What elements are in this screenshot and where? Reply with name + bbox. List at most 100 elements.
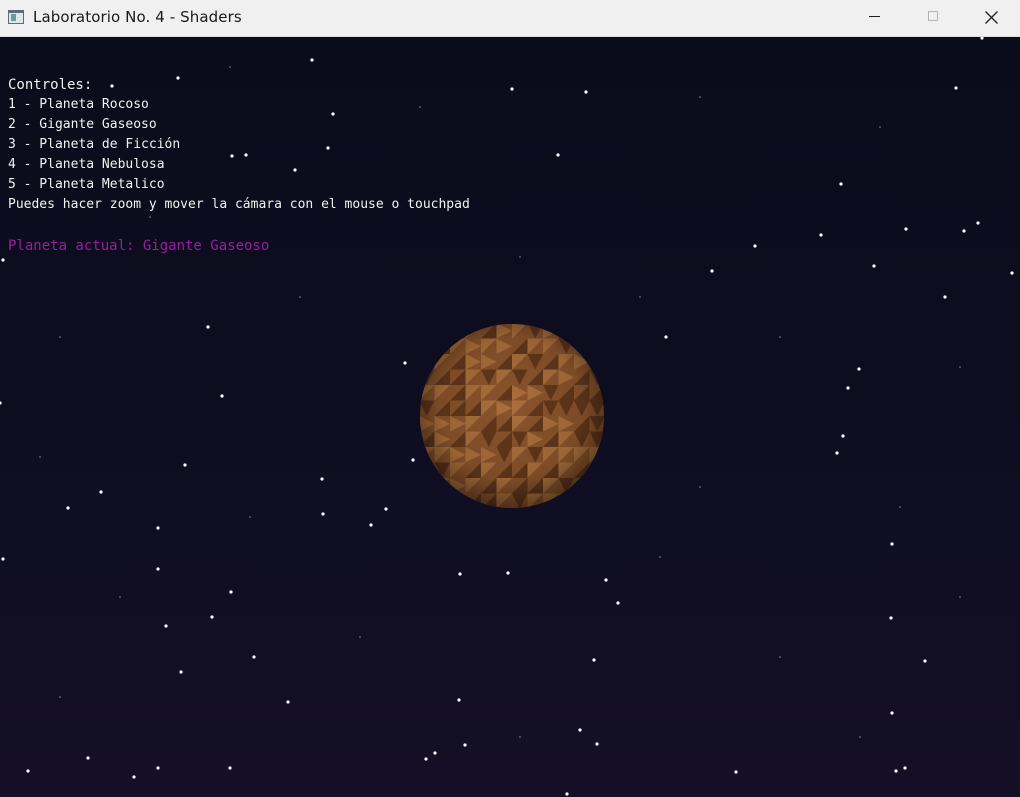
planet[interactable] [419,323,605,509]
camera-hint: Puedes hacer zoom y mover la cámara con … [8,197,470,212]
planet-facet [420,493,435,508]
control-item-3: 3 - Planeta de Ficción [8,137,181,152]
star [976,221,980,225]
star [286,700,290,704]
star [384,507,388,511]
star [320,477,324,481]
star [604,578,608,582]
star [156,766,160,770]
planet-facet [450,493,466,508]
faint-star [699,486,701,488]
star [664,335,668,339]
window-title: Laboratorio No. 4 - Shaders [33,8,242,26]
star [595,742,599,746]
planet-facet [434,324,450,339]
star [980,37,984,40]
star [943,295,947,299]
minimize-button[interactable] [852,0,898,36]
star [565,792,569,796]
faint-star [249,516,251,518]
controls-heading: Controles: [8,77,93,93]
star [962,229,966,233]
star [578,728,582,732]
application-window: Laboratorio No. 4 - Shaders Controles: 1… [0,0,1020,797]
star [894,769,898,773]
control-item-5: 5 - Planeta Metalico [8,177,165,192]
faint-star [519,256,521,258]
star [592,658,596,662]
star [132,775,136,779]
star [903,766,907,770]
control-item-2: 2 - Gigante Gaseoso [8,117,157,132]
title-bar[interactable]: Laboratorio No. 4 - Shaders [0,0,1020,37]
star [510,87,514,91]
controls-overlay: Controles: 1 - Planeta Rocoso 2 - Gigant… [8,75,470,256]
faint-star [119,596,121,598]
faint-star [229,66,231,68]
current-planet-label: Planeta actual: Gigante Gaseoso [8,238,270,254]
faint-star [779,656,781,658]
planet-facet [434,493,450,508]
star [0,401,2,405]
star [841,434,845,438]
star [228,766,232,770]
star [229,590,233,594]
star [1010,271,1014,275]
faint-star [39,456,41,458]
planet-facet [420,354,435,370]
planet-facet [589,324,604,339]
star [411,458,415,462]
close-button[interactable] [968,0,1014,36]
planet-facet [589,354,604,370]
faint-star [959,366,961,368]
faint-star [359,636,361,638]
planet-facet [420,324,435,339]
render-viewport[interactable]: Controles: 1 - Planeta Rocoso 2 - Gigant… [0,37,1020,797]
star [424,757,428,761]
faint-star [779,336,781,338]
star [458,572,462,576]
planet-facet [589,338,604,354]
control-item-4: 4 - Planeta Nebulosa [8,157,165,172]
star [179,670,183,674]
app-window-icon [8,10,24,24]
star [835,451,839,455]
star [857,367,861,371]
star [66,506,70,510]
maximize-button[interactable] [910,0,956,36]
planet-facet [574,493,590,508]
planet-facet [558,493,574,508]
star [872,264,876,268]
planet-facet [589,478,604,494]
star [252,655,256,659]
star [954,86,958,90]
faint-star [59,696,61,698]
star [369,523,373,527]
star [890,711,894,715]
control-item-1: 1 - Planeta Rocoso [8,97,149,112]
star [734,770,738,774]
star [506,571,510,575]
star [457,698,461,702]
star [321,512,325,516]
star [156,526,160,530]
star [26,769,30,773]
star [819,233,823,237]
star [904,227,908,231]
star [206,325,210,329]
star [183,463,187,467]
star [210,615,214,619]
star [86,756,90,760]
star [99,490,103,494]
planet-facet [558,324,574,339]
star [584,90,588,94]
planet-facet [450,324,466,339]
faint-star [519,736,521,738]
star [310,58,314,62]
star [403,361,407,365]
planet-sphere [420,324,604,508]
faint-star [959,596,961,598]
faint-star [859,736,861,738]
close-icon [985,11,998,24]
planet-facet [420,478,435,494]
